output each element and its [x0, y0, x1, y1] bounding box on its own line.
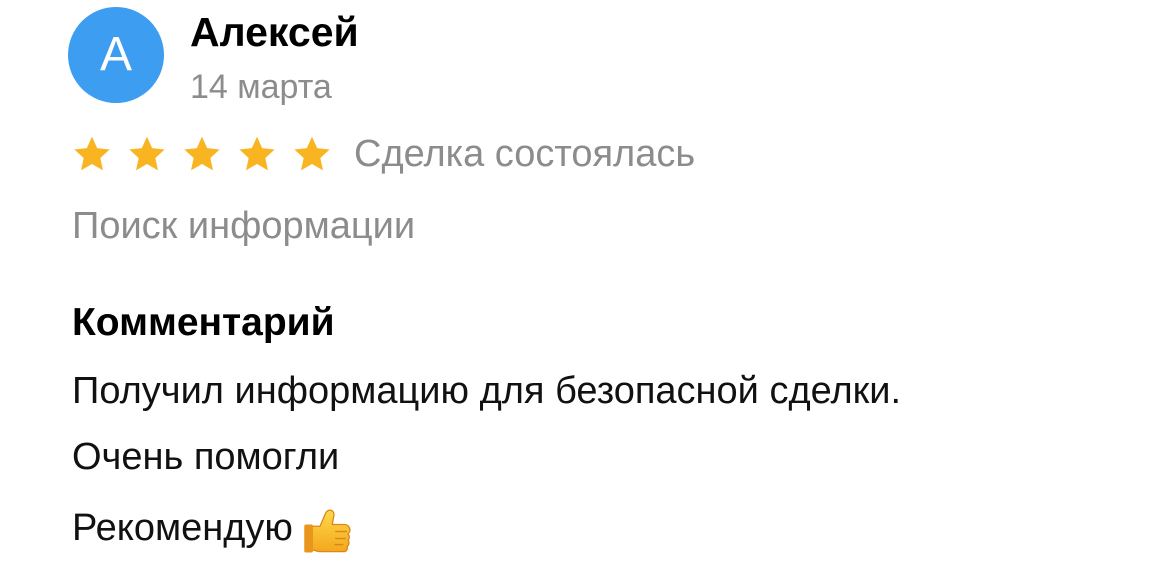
comment-line: Очень помогли [72, 436, 340, 478]
star-icon [239, 136, 275, 171]
author-name[interactable]: Алексей [190, 8, 359, 56]
star-icon [184, 136, 220, 171]
avatar[interactable]: А [68, 7, 164, 103]
rating-stars [72, 134, 354, 174]
deal-status: Сделка состоялась [354, 133, 696, 175]
rating-row: Сделка состоялась [72, 130, 695, 178]
avatar-letter: А [99, 28, 132, 81]
star-icon [74, 136, 110, 171]
thumbs-up-icon [304, 509, 351, 553]
star-icon [129, 136, 165, 171]
comment-line-with-emoji: Рекомендую [72, 500, 355, 556]
comment-line-text: Рекомендую [72, 507, 293, 549]
review-date: 14 марта [190, 68, 332, 106]
review-card: А Алексей 14 марта Сделка состоялась Пои… [0, 0, 1170, 577]
star-icon [294, 136, 330, 171]
comment-line: Получил информацию для безопасной сделки… [72, 370, 902, 412]
comment-heading: Комментарий [72, 301, 335, 344]
review-category: Поиск информации [72, 205, 416, 247]
